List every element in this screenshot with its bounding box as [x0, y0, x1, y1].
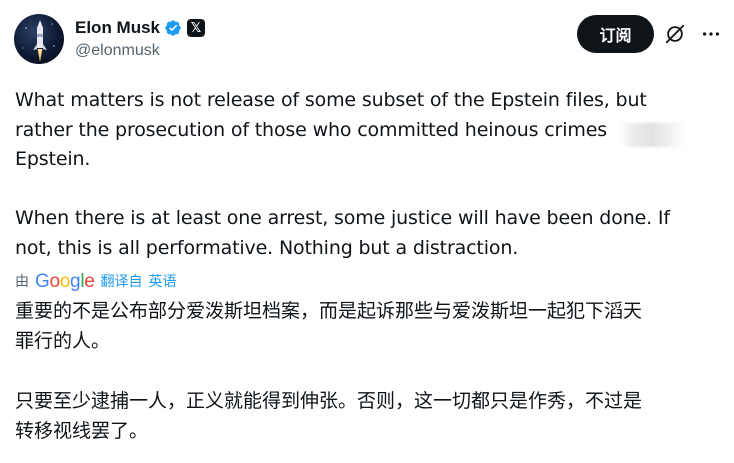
- by-label: 由: [15, 274, 29, 290]
- author-info: Elon Musk 𝕏 @elonmusk: [75, 16, 206, 60]
- translated-paragraph: 只要至少逮捕一人，正义就能得到伸张。否则，这一切都只是作秀，不过是 转移视线罢了…: [15, 390, 643, 442]
- author-handle[interactable]: @elonmusk: [75, 42, 205, 60]
- source-language-link[interactable]: 英语: [149, 271, 177, 291]
- tweet-paragraph: When there is at least one arrest, some …: [15, 207, 670, 259]
- rocket-avatar-icon: [22, 20, 55, 62]
- translated-text: 重要的不是公布部分爱泼斯坦档案，而是起诉那些与爱泼斯坦一起犯下滔天 罪行的人。 …: [15, 296, 725, 446]
- verified-badge-icon[interactable]: [164, 19, 182, 37]
- display-name[interactable]: Elon Musk: [75, 18, 160, 38]
- tweet-header: Elon Musk 𝕏 @elonmusk 订阅: [14, 14, 720, 66]
- tweet-text: What matters is not release of some subs…: [15, 86, 720, 263]
- grok-icon[interactable]: [664, 23, 686, 45]
- tweet-card: Elon Musk 𝕏 @elonmusk 订阅 What matters is…: [0, 0, 734, 463]
- translated-from-link[interactable]: 翻译自: [101, 271, 143, 291]
- redaction-blur: [620, 123, 685, 147]
- google-logo: Google: [35, 270, 95, 292]
- translation-attribution: 由 Google 翻译自 英语: [15, 270, 177, 292]
- more-options-icon[interactable]: [700, 23, 722, 45]
- translated-paragraph: 重要的不是公布部分爱泼斯坦档案，而是起诉那些与爱泼斯坦一起犯下滔天 罪行的人。: [15, 300, 643, 352]
- subscribe-button[interactable]: 订阅: [577, 15, 654, 53]
- avatar[interactable]: [14, 14, 64, 64]
- tweet-paragraph: What matters is not release of some subs…: [15, 89, 647, 170]
- name-row: Elon Musk 𝕏: [75, 16, 206, 40]
- x-affiliate-badge[interactable]: 𝕏: [187, 19, 206, 37]
